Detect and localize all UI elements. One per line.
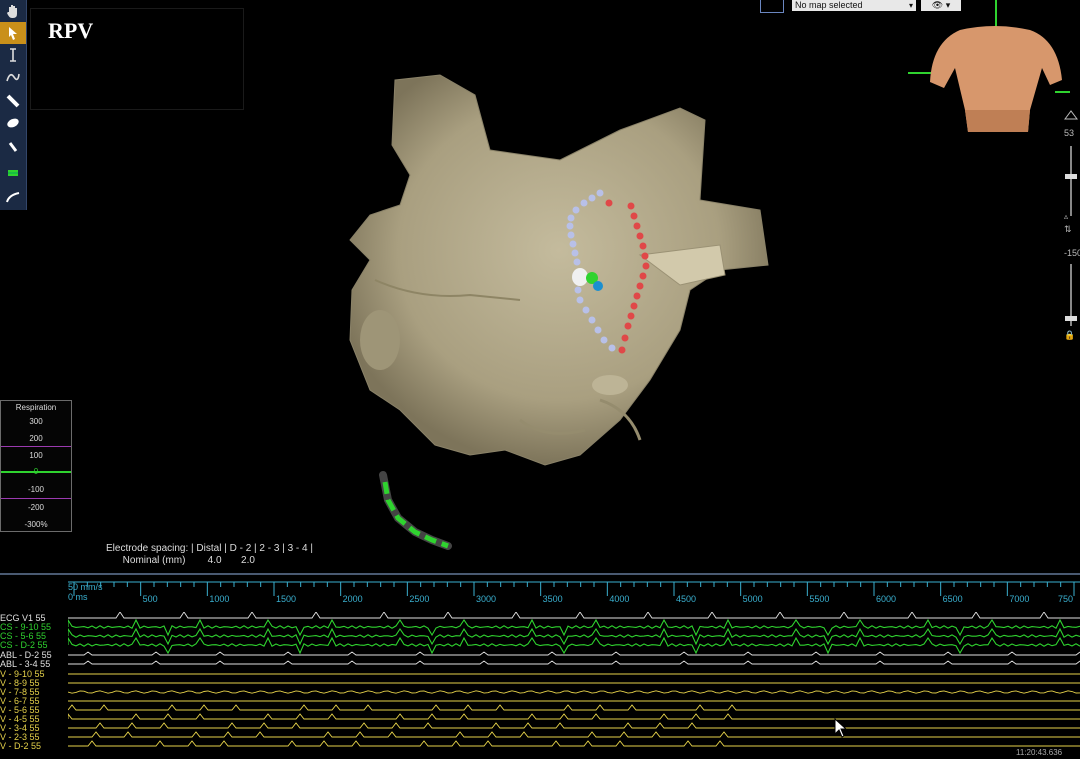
resp-label: 100	[29, 451, 43, 460]
egm-trace	[68, 731, 1080, 738]
egm-trace	[68, 651, 1080, 656]
top-value: 53	[1064, 128, 1075, 138]
visibility-dropdown[interactable]: 👁 ▾	[921, 0, 961, 11]
sweep-info: 50 mm/s 0 ms	[68, 582, 103, 602]
egm-trace	[68, 660, 1080, 665]
ruler-tick-label: 2500	[409, 594, 430, 604]
ruler-tick-label: 3500	[542, 594, 563, 604]
ruler-tick-label: 5500	[809, 594, 830, 604]
ruler-tick-label: 4000	[609, 594, 630, 604]
electrode-spacing-values: Nominal (mm) 4.0 2.0	[106, 555, 255, 566]
select-pointer-icon[interactable]	[0, 22, 26, 44]
egm-trace	[68, 627, 1080, 646]
respiration-title: Respiration	[15, 403, 57, 412]
respiration-panel: Respiration 300 200 100 0 -100 -200 -300…	[0, 400, 72, 532]
ruler-tick-label: 5000	[742, 594, 763, 604]
channel-label[interactable]: ABL - 3-4 55	[0, 660, 50, 669]
egm-trace	[68, 618, 1080, 637]
eye-icon: 👁	[931, 0, 944, 10]
up-arrow-icon[interactable]: ▵	[1064, 212, 1068, 221]
electrode-spacing-info: Electrode spacing: | Distal | D - 2 | 2 …	[106, 543, 313, 567]
ruler-tick-label: 1500	[276, 594, 297, 604]
channel-label[interactable]: V - D-2 55	[0, 742, 41, 751]
resp-upper-threshold	[1, 446, 71, 447]
ruler-tick-label: 2000	[342, 594, 363, 604]
triangle-icon[interactable]	[1064, 110, 1078, 120]
right-slider-panel: 53 ▵ ⇅ -150 🔒	[1062, 108, 1080, 348]
torso-orientation-model[interactable]	[930, 26, 1062, 132]
ruler-tick-label: 1000	[209, 594, 230, 604]
chevron-down-icon: ▾	[908, 1, 913, 10]
egm-traces	[68, 612, 1080, 747]
bottom-value: -150	[1064, 248, 1080, 258]
egm-trace	[68, 713, 1080, 720]
ruler-tick-label: 7000	[1009, 594, 1030, 604]
egm-trace	[68, 740, 1080, 747]
egm-trace	[68, 690, 1080, 694]
egm-trace	[68, 612, 1080, 619]
ruler-tick-label: 4500	[676, 594, 697, 604]
resp-label: -100	[27, 485, 44, 494]
resp-label: 200	[29, 434, 43, 443]
left-toolbar	[0, 0, 27, 210]
resp-label: -300%	[24, 520, 48, 529]
map-layout-icon[interactable]	[760, 0, 784, 13]
mouse-cursor-icon	[834, 718, 848, 738]
lock-icon[interactable]: 🔒	[1064, 330, 1075, 341]
upper-slider-knob[interactable]	[1065, 174, 1077, 179]
green-tag-icon[interactable]	[0, 162, 26, 184]
hand-tool-icon[interactable]	[0, 0, 26, 22]
sweep-speed: 50 mm/s	[68, 582, 103, 592]
ruler-tick-label: 3000	[476, 594, 497, 604]
catheter-icon[interactable]	[0, 90, 26, 112]
map-select-value: No map selected	[795, 0, 863, 10]
swap-icon[interactable]: ⇅	[1064, 224, 1072, 235]
ellipse-icon[interactable]	[0, 112, 26, 134]
upper-slider-track[interactable]	[1070, 146, 1072, 216]
curve-icon[interactable]	[0, 186, 26, 208]
channel-label[interactable]: CS - D-2 55	[0, 641, 48, 650]
ruler-tick-label: 500	[142, 594, 158, 604]
resp-label: 300	[29, 417, 43, 426]
freehand-line-icon[interactable]	[0, 66, 26, 88]
resp-label: -200	[27, 503, 44, 512]
resp-label: 0	[33, 467, 39, 476]
time-readout: 11:20:43.636	[1016, 748, 1063, 757]
lower-slider-knob[interactable]	[1065, 316, 1077, 321]
egm-trace	[68, 704, 1080, 711]
ruler-tick-label: 6500	[942, 594, 963, 604]
view-label: RPV	[48, 18, 94, 43]
text-cursor-icon[interactable]	[0, 44, 26, 66]
sweep-start: 0 ms	[68, 592, 88, 602]
electrode-spacing-header: Electrode spacing: | Distal | D - 2 | 2 …	[106, 543, 313, 554]
ruler-tick-label: 6000	[876, 594, 897, 604]
egm-trace	[68, 636, 1080, 655]
resp-lower-threshold	[1, 498, 71, 499]
map-select-dropdown[interactable]: No map selected ▾	[792, 0, 916, 11]
probe-icon[interactable]	[0, 136, 26, 158]
egm-trace	[68, 722, 1080, 729]
ruler-tick-label: 750	[1058, 594, 1074, 604]
